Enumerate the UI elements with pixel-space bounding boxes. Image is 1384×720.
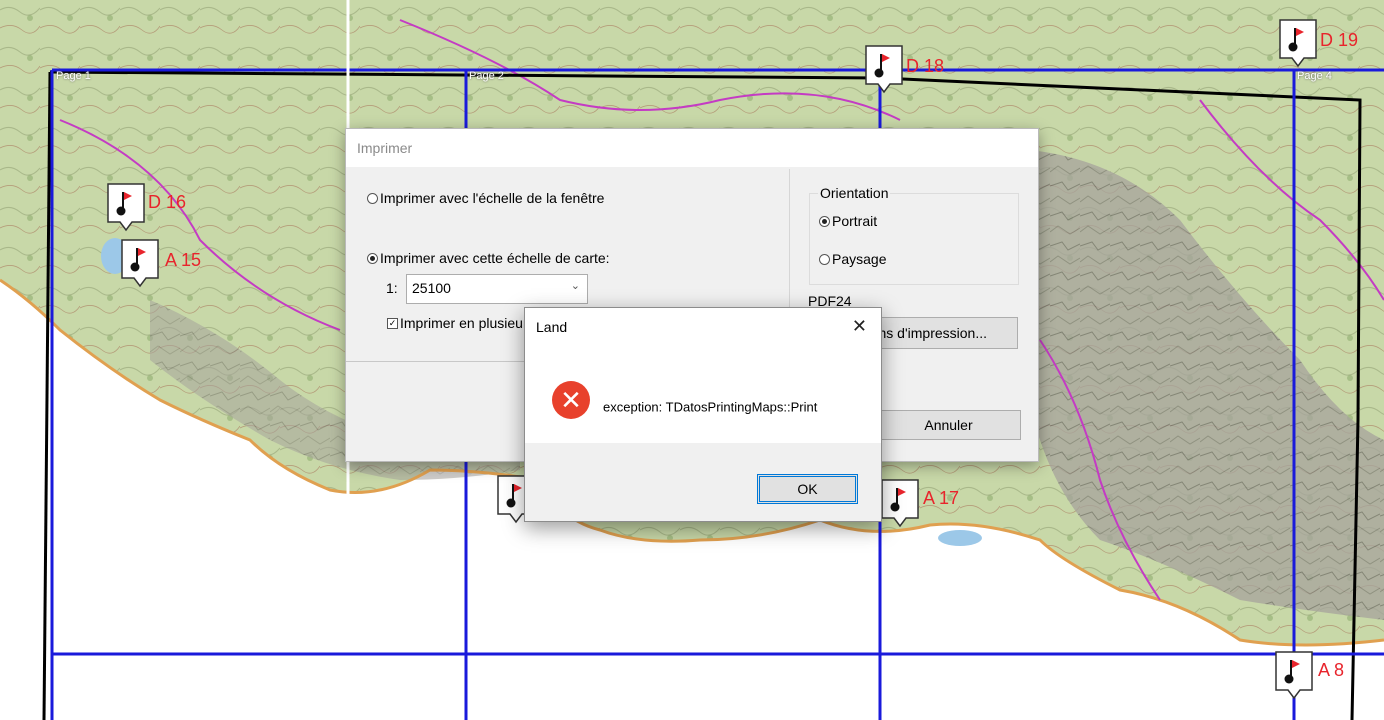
error-dialog-titlebar[interactable]: Land ✕ <box>525 308 881 346</box>
waypoint-label: D 18 <box>906 56 945 76</box>
waypoint-label: D 19 <box>1320 30 1359 50</box>
waypoint-flag-icon <box>1279 19 1317 68</box>
waypoint-flag-icon <box>881 479 919 528</box>
waypoint-marker[interactable] <box>864 44 904 99</box>
scale-value: 25100 <box>412 280 451 296</box>
waypoint-marker[interactable] <box>120 238 160 293</box>
waypoint-label: D 16 <box>148 192 187 212</box>
error-message: exception: TDatosPrintingMaps::Print <box>603 399 818 415</box>
radio-portrait[interactable] <box>819 216 830 227</box>
radio-map-scale[interactable] <box>367 253 378 264</box>
multi-page-checkbox-label[interactable]: Imprimer en plusieurs <box>400 315 535 331</box>
page-label-2: Page 2 <box>469 70 504 82</box>
radio-landscape-label[interactable]: Paysage <box>832 251 886 267</box>
orientation-legend: Orientation <box>818 185 891 201</box>
close-icon[interactable]: ✕ <box>852 316 867 337</box>
waypoint-label: A 15 <box>165 250 202 270</box>
error-dialog-body: ✕ exception: TDatosPrintingMaps::Print <box>525 346 881 443</box>
error-icon: ✕ <box>552 381 590 419</box>
waypoint-marker[interactable] <box>880 478 920 533</box>
radio-map-scale-label[interactable]: Imprimer avec cette échelle de carte: <box>380 250 610 266</box>
ok-button[interactable]: OK <box>757 474 858 504</box>
waypoint-flag-icon <box>121 239 159 288</box>
print-dialog-titlebar[interactable]: Imprimer <box>346 129 1038 167</box>
orientation-group <box>809 193 1019 285</box>
multi-page-checkbox[interactable]: ✓ <box>387 318 398 329</box>
error-dialog-title: Land <box>536 319 568 335</box>
radio-landscape[interactable] <box>819 254 830 265</box>
waypoint-flag-icon <box>865 45 903 94</box>
waypoint-marker[interactable] <box>1274 650 1314 705</box>
cancel-button[interactable]: Annuler <box>876 410 1021 440</box>
radio-window-scale-label[interactable]: Imprimer avec l'échelle de la fenêtre <box>380 190 604 206</box>
print-dialog-title: Imprimer <box>357 140 413 156</box>
chevron-down-icon[interactable]: ⌄ <box>571 279 580 292</box>
error-dialog: Land ✕ ✕ exception: TDatosPrintingMaps::… <box>524 307 882 522</box>
scale-combobox[interactable]: 25100 ⌄ <box>406 274 588 304</box>
waypoint-flag-icon <box>1275 651 1313 700</box>
page-label-1: Page 1 <box>56 70 91 82</box>
waypoint-label: A 17 <box>923 488 960 508</box>
scale-prefix-label: 1: <box>386 280 398 296</box>
radio-portrait-label[interactable]: Portrait <box>832 213 877 229</box>
waypoint-marker[interactable] <box>106 182 146 237</box>
radio-window-scale[interactable] <box>367 193 378 204</box>
map-lake <box>938 530 982 546</box>
waypoint-marker[interactable] <box>1278 18 1318 73</box>
waypoint-flag-icon <box>107 183 145 232</box>
waypoint-label: A 8 <box>1318 660 1345 680</box>
